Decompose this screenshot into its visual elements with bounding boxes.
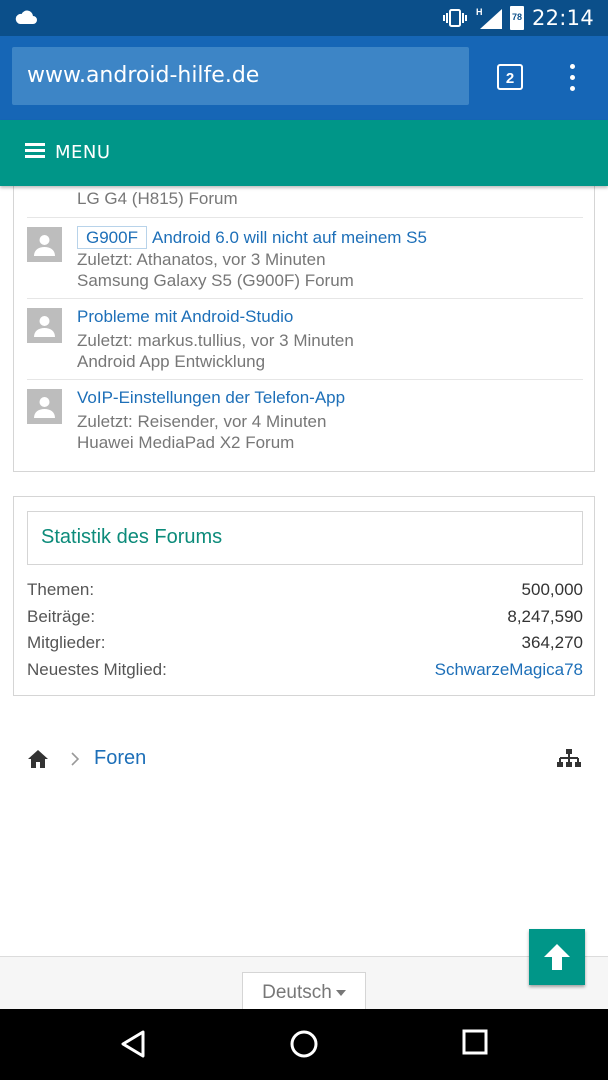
thread-title-link[interactable]: VoIP-Einstellungen der Telefon-App (77, 388, 345, 408)
thread-forum-partial[interactable]: LG G4 (H815) Forum (77, 189, 238, 209)
tab-switcher-button[interactable]: 2 (497, 64, 523, 90)
system-navigation-bar (0, 1009, 608, 1080)
url-bar[interactable]: www.android-hilfe.de (12, 47, 469, 105)
thread-item: G900F Android 6.0 will nicht auf meinem S… (27, 217, 583, 299)
more-vert-icon[interactable] (566, 64, 580, 92)
vibrate-icon (442, 9, 467, 27)
language-select[interactable]: Deutsch (242, 972, 366, 1012)
thread-prefix-badge[interactable]: G900F (77, 226, 147, 249)
breadcrumb-link-forums[interactable]: Foren (94, 747, 146, 770)
clock: 22:14 (531, 6, 594, 30)
stat-row-threads: Themen: 500,000 (27, 580, 583, 606)
home-icon[interactable] (27, 749, 49, 769)
thread-last-post: Zuletzt: Reisender, vor 4 Minuten (77, 412, 327, 431)
page-content: LG G4 (H815) Forum G900F Android 6.0 will… (0, 176, 608, 1012)
stat-label: Neuestes Mitglied: (27, 660, 167, 679)
hamburger-icon[interactable] (25, 143, 45, 159)
back-to-top-button[interactable] (529, 929, 585, 985)
status-bar: H 78 22:14 (0, 0, 608, 36)
person-icon (34, 235, 55, 256)
person-icon (34, 316, 55, 337)
cloud-icon (15, 10, 37, 24)
chevron-right-icon (71, 752, 80, 766)
thread-forum-link[interactable]: Huawei MediaPad X2 Forum (77, 433, 294, 453)
stat-row-newest-member: Neuestes Mitglied: SchwarzeMagica78 (27, 660, 583, 686)
stat-value: 500,000 (521, 580, 583, 599)
home-circle-icon[interactable] (289, 1029, 319, 1059)
arrow-up-icon (544, 944, 570, 970)
default-avatar (27, 308, 62, 343)
recents-icon[interactable] (462, 1029, 488, 1055)
person-icon (34, 397, 55, 418)
signal-icon: H (476, 7, 502, 29)
site-menu-bar: MENU (0, 120, 608, 186)
battery-level: 78 (511, 12, 522, 22)
thread-item: VoIP-Einstellungen der Telefon-App Zulet… (27, 379, 583, 461)
stat-label: Beiträge: (27, 607, 96, 626)
thread-title-link[interactable]: Android 6.0 will nicht auf meinem S5 (152, 228, 427, 247)
menu-button[interactable]: MENU (55, 142, 111, 163)
stats-header: Statistik des Forums (27, 511, 583, 565)
thread-title-line: G900F Android 6.0 will nicht auf meinem S… (77, 226, 427, 249)
breadcrumb: Foren (27, 746, 583, 776)
stat-row-posts: Beiträge: 8,247,590 (27, 607, 583, 633)
stat-value: 8,247,590 (507, 607, 583, 626)
stat-label: Themen: (27, 580, 95, 599)
thread-last-post: Zuletzt: Athanatos, vor 3 Minuten (77, 250, 326, 269)
thread-forum-link[interactable]: Samsung Galaxy S5 (G900F) Forum (77, 271, 354, 291)
newest-member-link[interactable]: SchwarzeMagica78 (435, 660, 583, 680)
language-select-value: Deutsch (262, 982, 332, 1003)
caret-down-icon (335, 989, 346, 996)
forum-stats-panel: Statistik des Forums Themen: 500,000 Bei… (13, 496, 595, 696)
battery-icon: 78 (509, 6, 524, 30)
sitemap-icon[interactable] (557, 749, 581, 769)
thread-last-post: Zuletzt: markus.tullius, vor 3 Minuten (77, 331, 354, 350)
default-avatar (27, 227, 62, 262)
back-icon[interactable] (119, 1029, 147, 1059)
stats-title: Statistik des Forums (41, 526, 223, 548)
stat-label: Mitglieder: (27, 633, 106, 652)
thread-forum-link[interactable]: Android App Entwicklung (77, 352, 265, 372)
stat-value: 364,270 (521, 633, 583, 652)
thread-item: Probleme mit Android-Studio Zuletzt: mar… (27, 298, 583, 380)
thread-title-link[interactable]: Probleme mit Android-Studio (77, 307, 293, 327)
stat-row-members: Mitglieder: 364,270 (27, 633, 583, 659)
default-avatar (27, 389, 62, 424)
browser-toolbar: www.android-hilfe.de 2 (0, 36, 608, 120)
